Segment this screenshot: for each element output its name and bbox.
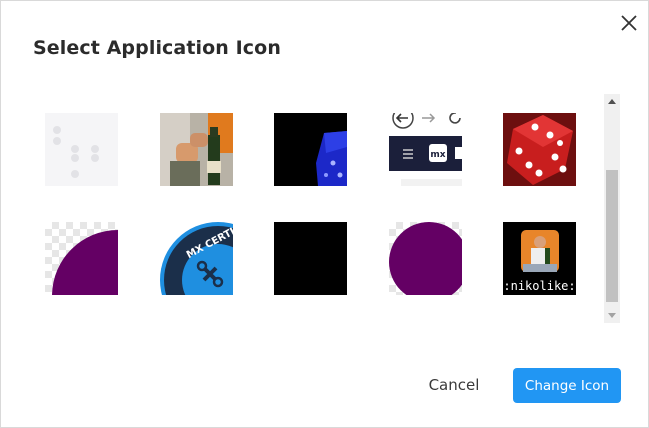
close-icon[interactable] [617,11,641,35]
icon-tile-person-with-bottle[interactable] [160,113,233,186]
icon-tile-purple-quarter-circle[interactable] [45,222,118,295]
icon-tile-purple-circle[interactable] [389,222,462,295]
icon-tile-red-dice[interactable] [503,113,576,186]
vertical-scrollbar[interactable] [604,94,620,323]
icon-tile-dots-placeholder[interactable] [45,113,118,186]
black-square-icon [274,222,347,295]
dots-placeholder-icon [53,126,99,178]
purple-circle-icon [389,222,462,295]
dialog-title: Select Application Icon [33,37,281,59]
cancel-button[interactable]: Cancel [421,368,487,402]
mx-certified-badge-icon: MX CERTI [160,222,233,295]
icon-tile-black-square[interactable] [274,222,347,295]
purple-quarter-circle-icon [52,230,118,295]
scrollbar-thumb[interactable] [606,170,618,302]
scroll-up-arrow-icon[interactable] [604,94,620,110]
select-icon-dialog: Select Application Icon mx MX CERTI:nik… [0,0,649,428]
scroll-down-arrow-icon[interactable] [604,307,620,323]
icon-tile-nikolike-emoji[interactable]: :nikolike: [503,222,576,295]
icon-tile-blue-dice-dark[interactable] [274,113,347,186]
icon-tile-mx-certified[interactable]: MX CERTI [160,222,233,295]
change-icon-button[interactable]: Change Icon [513,368,621,403]
red-dice-icon [503,113,576,186]
icon-tile-browser-toolbar[interactable]: mx [389,113,462,186]
icon-grid: mx MX CERTI:nikolike: [1,93,601,323]
blue-dice-icon [316,131,347,186]
person-with-bottle-icon [160,113,233,186]
browser-toolbar-icon: mx [389,113,462,186]
emoji-caption: :nikolike: [503,279,576,293]
svg-text:mx: mx [430,150,445,160]
